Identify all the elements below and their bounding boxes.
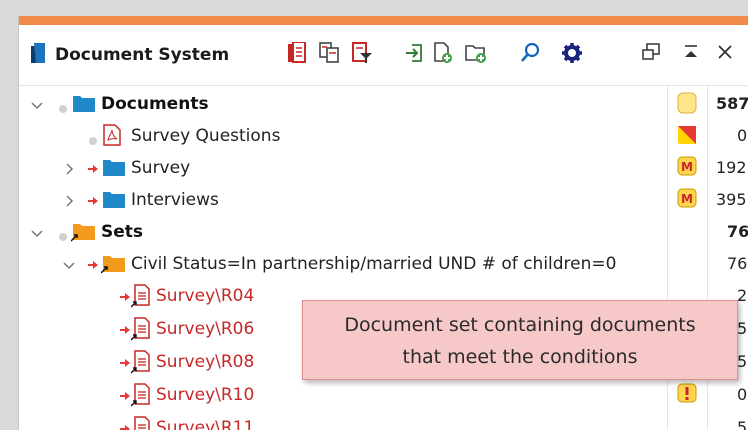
- tree-item-label: Survey\R04: [156, 286, 255, 306]
- text-document-icon: [130, 383, 151, 411]
- tree-item-label: Survey Questions: [131, 126, 281, 146]
- text-document-icon: [130, 284, 151, 312]
- tree-row-sets[interactable]: Sets 76: [19, 216, 748, 248]
- arrow-icon: [87, 160, 99, 179]
- folder-icon: [103, 189, 125, 213]
- item-count: 76: [727, 222, 748, 241]
- arrow-icon: [87, 256, 99, 275]
- item-count: 2: [737, 286, 748, 305]
- status-dot-icon: [59, 226, 67, 245]
- filter-doc-icon[interactable]: [351, 42, 373, 68]
- tree-item-label: Survey\R08: [156, 352, 255, 372]
- item-count: 192: [716, 158, 747, 177]
- window-title-area: Document System: [31, 43, 229, 67]
- text-document-icon: [131, 416, 151, 430]
- set-folder-icon: [100, 253, 125, 279]
- chevron-down-icon[interactable]: [31, 96, 43, 115]
- item-count: 5: [737, 418, 748, 430]
- yellow-marker-icon: [677, 92, 697, 118]
- window-title: Document System: [55, 45, 230, 65]
- arrow-icon: [119, 387, 131, 406]
- window-accent-bar: [19, 16, 748, 25]
- arrow-icon: [119, 354, 131, 373]
- warning-memo-icon: [677, 383, 697, 407]
- set-folder-icon: [70, 221, 95, 247]
- text-document-icon: [130, 350, 151, 378]
- import-icon[interactable]: [404, 42, 424, 68]
- callout-line-2: that meet the conditions: [402, 346, 638, 368]
- tree-row-document[interactable]: Survey\R11 5: [19, 412, 748, 430]
- chevron-right-icon[interactable]: [63, 160, 75, 179]
- toolbar: Document System: [19, 25, 748, 86]
- tree-item-label: Survey\R06: [156, 319, 255, 339]
- red-yellow-marker-icon: [677, 125, 697, 149]
- tree-item-label: Documents: [101, 94, 209, 114]
- text-document-icon: [130, 317, 151, 345]
- collapse-icon[interactable]: [683, 42, 699, 66]
- svg-text:M: M: [681, 192, 693, 206]
- tree-item-label: Survey: [131, 158, 191, 178]
- search-icon[interactable]: [519, 42, 541, 68]
- tree-row-interviews[interactable]: Interviews M 395: [19, 184, 748, 216]
- item-count: 587: [716, 94, 748, 113]
- chevron-right-icon[interactable]: [63, 192, 75, 211]
- copy-icon[interactable]: [319, 42, 341, 68]
- documents-icon: [31, 43, 45, 67]
- tree-item-label: Interviews: [131, 190, 219, 210]
- memo-icon: M: [677, 156, 697, 180]
- folder-icon: [73, 93, 95, 117]
- svg-text:M: M: [681, 160, 693, 174]
- item-count: 5: [737, 319, 748, 338]
- new-document-icon[interactable]: [433, 42, 455, 68]
- item-count: 5: [737, 352, 748, 371]
- undock-icon[interactable]: [641, 42, 661, 66]
- item-count: 0: [737, 385, 748, 404]
- tree-item-label: Sets: [101, 222, 144, 242]
- arrow-icon: [87, 192, 99, 211]
- tree-item-label: Survey\R11: [156, 418, 255, 430]
- settings-icon[interactable]: [561, 42, 583, 68]
- tree-row-document-set[interactable]: Civil Status=In partnership/married UND …: [19, 248, 748, 280]
- documents-icon[interactable]: [287, 41, 307, 68]
- tree-item-label: Survey\R10: [156, 385, 255, 405]
- status-dot-icon: [59, 98, 67, 117]
- tree-row-documents[interactable]: Documents 587: [19, 88, 748, 120]
- item-count: 0: [737, 126, 748, 145]
- new-folder-icon[interactable]: [465, 42, 489, 68]
- close-icon[interactable]: [716, 42, 734, 66]
- arrow-icon: [119, 288, 131, 307]
- item-count: 76: [727, 254, 748, 273]
- item-count: 395: [716, 190, 747, 209]
- memo-icon: M: [677, 188, 697, 212]
- annotation-callout: Document set containing documents that m…: [302, 300, 738, 380]
- tree-row-survey[interactable]: Survey M 192: [19, 152, 748, 184]
- pdf-icon: [103, 124, 121, 150]
- callout-line-1: Document set containing documents: [344, 314, 696, 336]
- document-system-window: Document System Documents 587 Survey Que…: [18, 16, 748, 430]
- folder-icon: [103, 157, 125, 181]
- tree-row-survey-questions[interactable]: Survey Questions 0: [19, 120, 748, 152]
- status-dot-icon: [89, 130, 97, 149]
- tree-row-document[interactable]: Survey\R10 0: [19, 379, 748, 411]
- chevron-down-icon[interactable]: [31, 224, 43, 243]
- chevron-down-icon[interactable]: [63, 256, 75, 275]
- arrow-icon: [119, 420, 131, 430]
- tree-item-label: Civil Status=In partnership/married UND …: [131, 254, 617, 274]
- arrow-icon: [119, 321, 131, 340]
